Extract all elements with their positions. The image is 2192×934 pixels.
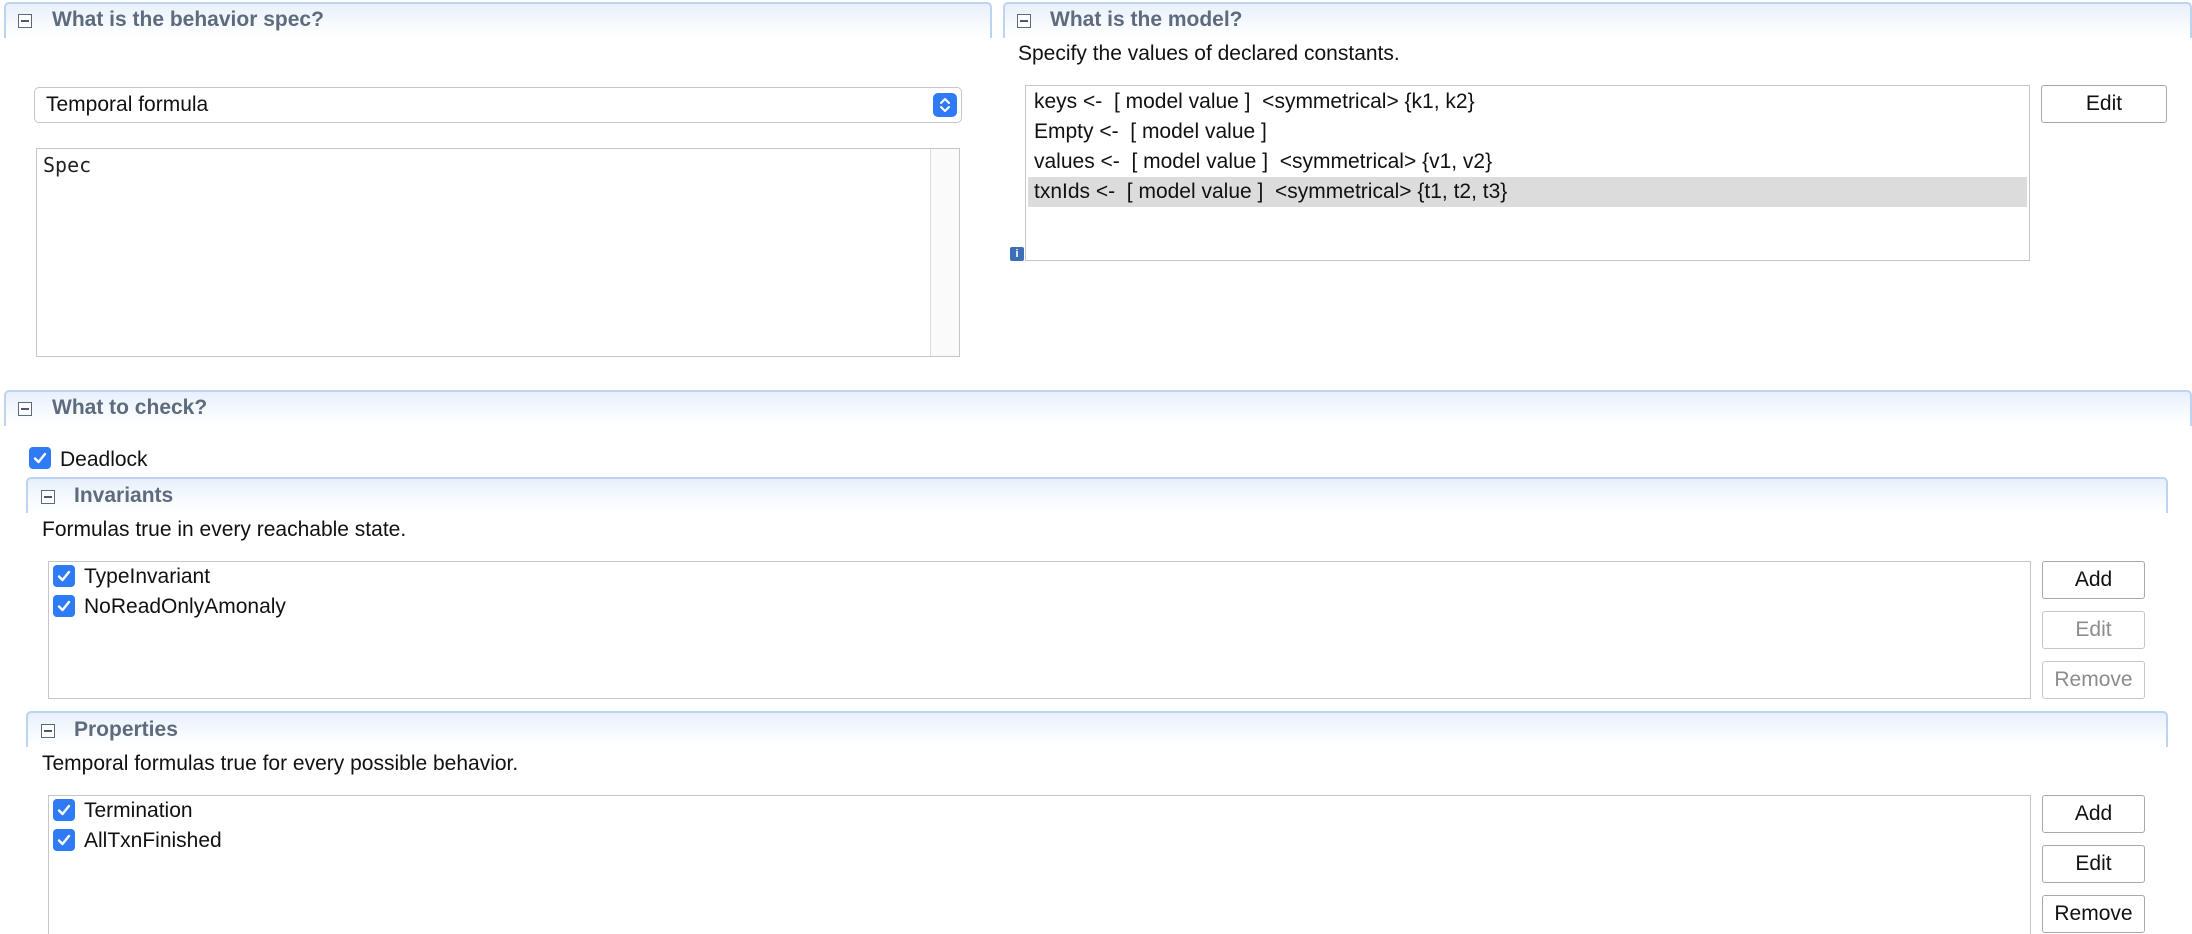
properties-title: Properties	[74, 718, 178, 741]
spec-text-scrollbar[interactable]	[930, 149, 959, 356]
properties-list[interactable]: Termination AllTxnFinished	[48, 795, 2031, 934]
collapse-behavior-spec-icon[interactable]	[18, 14, 32, 28]
check-title: What to check?	[52, 396, 208, 419]
constants-edit-button[interactable]: Edit	[2041, 85, 2167, 123]
property-label: Termination	[84, 799, 193, 822]
invariants-list[interactable]: TypeInvariant NoReadOnlyAmonaly	[48, 561, 2031, 699]
behavior-spec-select[interactable]: Temporal formula	[34, 87, 962, 123]
deadlock-label: Deadlock	[60, 448, 148, 471]
properties-description: Temporal formulas true for every possibl…	[42, 752, 519, 775]
behavior-spec-select-value: Temporal formula	[46, 93, 209, 116]
spec-text: Spec	[43, 153, 92, 177]
model-title: What is the model?	[1050, 8, 1243, 31]
check-section-header	[4, 390, 2192, 426]
properties-edit-button[interactable]: Edit	[2042, 845, 2145, 883]
invariant-checkbox[interactable]	[53, 595, 75, 617]
select-arrows-icon	[933, 93, 957, 117]
constants-list[interactable]: keys <- [ model value ] <symmetrical> {k…	[1025, 85, 2030, 261]
constant-row[interactable]: Empty <- [ model value ]	[1028, 117, 2027, 147]
invariants-remove-button[interactable]: Remove	[2042, 661, 2145, 699]
collapse-check-icon[interactable]	[18, 402, 32, 416]
constant-row[interactable]: values <- [ model value ] <symmetrical> …	[1028, 147, 2027, 177]
invariants-title: Invariants	[74, 484, 174, 507]
invariants-description: Formulas true in every reachable state.	[42, 518, 407, 541]
invariant-label: NoReadOnlyAmonaly	[84, 595, 286, 618]
invariants-section-header	[26, 477, 2168, 513]
deadlock-checkbox[interactable]	[29, 447, 51, 469]
collapse-properties-icon[interactable]	[41, 724, 55, 738]
collapse-model-icon[interactable]	[1017, 14, 1031, 28]
constant-row[interactable]: txnIds <- [ model value ] <symmetrical> …	[1028, 177, 2027, 207]
invariants-edit-button[interactable]: Edit	[2042, 611, 2145, 649]
info-icon[interactable]: i	[1010, 247, 1024, 261]
properties-add-button[interactable]: Add	[2042, 795, 2145, 833]
invariant-label: TypeInvariant	[84, 565, 211, 588]
properties-remove-button[interactable]: Remove	[2042, 895, 2145, 933]
property-checkbox[interactable]	[53, 799, 75, 821]
behavior-spec-title: What is the behavior spec?	[52, 8, 324, 31]
property-label: AllTxnFinished	[84, 829, 222, 852]
model-description: Specify the values of declared constants…	[1018, 42, 1400, 65]
invariants-add-button[interactable]: Add	[2042, 561, 2145, 599]
properties-section-header	[26, 711, 2168, 747]
spec-text-area[interactable]: Spec	[36, 148, 960, 357]
collapse-invariants-icon[interactable]	[41, 490, 55, 504]
invariant-checkbox[interactable]	[53, 565, 75, 587]
property-checkbox[interactable]	[53, 829, 75, 851]
constant-row[interactable]: keys <- [ model value ] <symmetrical> {k…	[1028, 87, 2027, 117]
